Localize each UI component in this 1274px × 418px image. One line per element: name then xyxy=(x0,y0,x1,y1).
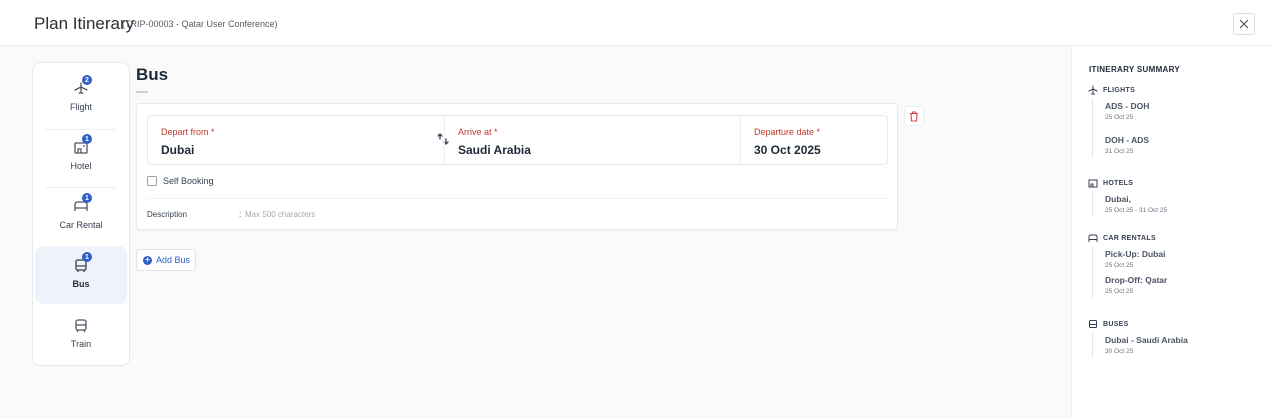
car-pickup-date: 25 Oct 25 xyxy=(1105,262,1134,269)
flight-entry: ADS - DOH 25 Oct 25 xyxy=(1105,98,1242,124)
train-icon xyxy=(71,315,91,335)
bus-entry: Dubai - Saudi Arabia 30 Oct 25 xyxy=(1105,332,1242,358)
hotel-dates: 25 Oct 25 - 31 Oct 25 xyxy=(1105,207,1168,214)
hotel-location: Dubai, xyxy=(1105,194,1131,204)
departure-date-field[interactable]: Departure date * 30 Oct 2025 xyxy=(741,116,887,164)
flight-icon xyxy=(1088,85,1098,95)
summary-buses: BUSES Dubai - Saudi Arabia 30 Oct 25 xyxy=(1088,318,1242,358)
summary-hotels: HOTELS Dubai, 25 Oct 25 - 31 Oct 25 xyxy=(1088,177,1242,217)
car-rental-entry: Drop-Off: Qatar 25 Oct 25 xyxy=(1105,272,1242,298)
card-divider xyxy=(147,198,888,199)
self-booking-label: Self Booking xyxy=(163,176,214,186)
trash-icon xyxy=(910,110,918,122)
close-icon xyxy=(1239,19,1249,29)
trip-subtitle: (TRIP-00003 - Qatar User Conference) xyxy=(122,19,278,29)
bus-icon: 1 xyxy=(71,252,92,275)
sidebar-item-label: Train xyxy=(70,339,92,349)
departure-date-label: Departure date * xyxy=(754,127,821,137)
self-booking-checkbox[interactable] xyxy=(147,176,157,186)
description-colon: : xyxy=(239,210,242,219)
bus-route: Dubai - Saudi Arabia xyxy=(1105,335,1188,345)
page-title: Plan Itinerary xyxy=(34,14,135,33)
modal-header: Plan Itinerary (TRIP-00003 - Qatar User … xyxy=(0,0,1274,46)
depart-from-field[interactable]: Depart from * Dubai xyxy=(148,116,444,164)
bus-icon xyxy=(1089,320,1097,328)
summary-flights: FLIGHTS ADS - DOH 25 Oct 25 DOH - ADS 31… xyxy=(1088,84,1242,158)
flight-count-badge: 2 xyxy=(82,75,92,85)
delete-bus-button[interactable] xyxy=(904,106,924,126)
description-input[interactable] xyxy=(245,208,545,220)
flights-heading: FLIGHTS xyxy=(1103,86,1136,94)
description-label: Description xyxy=(147,210,188,219)
hotel-icon xyxy=(1088,179,1098,188)
car-dropoff-date: 25 Oct 25 xyxy=(1105,288,1134,295)
main-content: 2 Flight 1 Hotel 1 Car Rental 1 Bus Trai… xyxy=(0,46,1071,418)
flight-entry: DOH - ADS 31 Oct 25 xyxy=(1105,132,1242,158)
car-rentals-heading: CAR RENTALS xyxy=(1103,234,1156,242)
add-bus-button[interactable]: + Add Bus xyxy=(136,249,196,271)
car-icon: 1 xyxy=(71,193,92,216)
route-fields: Depart from * Dubai Arrive at * Saudi Ar… xyxy=(147,115,888,165)
flight-date: 25 Oct 25 xyxy=(1105,114,1134,121)
sidebar-item-label: Bus xyxy=(72,279,90,289)
car-icon xyxy=(1088,234,1098,242)
bus-entry-card: Depart from * Dubai Arrive at * Saudi Ar… xyxy=(136,103,898,230)
hotels-heading: HOTELS xyxy=(1103,179,1134,187)
title-underline xyxy=(136,91,148,93)
plus-icon: + xyxy=(143,255,152,265)
flight-icon: 2 xyxy=(71,75,92,98)
arrive-at-value[interactable]: Saudi Arabia xyxy=(458,143,531,157)
depart-from-value[interactable]: Dubai xyxy=(161,143,194,157)
summary-car-rentals: CAR RENTALS Pick-Up: Dubai 25 Oct 25 Dro… xyxy=(1088,232,1242,298)
arrive-at-field[interactable]: Arrive at * Saudi Arabia xyxy=(445,116,740,164)
car-rental-entry: Pick-Up: Dubai 25 Oct 25 xyxy=(1105,246,1242,272)
departure-date-value[interactable]: 30 Oct 2025 xyxy=(754,143,821,157)
category-sidebar: 2 Flight 1 Hotel 1 Car Rental 1 Bus Trai… xyxy=(32,62,130,366)
sidebar-item-label: Hotel xyxy=(70,161,92,171)
sidebar-item-label: Flight xyxy=(69,102,92,112)
hotel-entry: Dubai, 25 Oct 25 - 31 Oct 25 xyxy=(1105,191,1242,217)
sidebar-item-car-rental[interactable]: 1 Car Rental xyxy=(35,187,127,245)
self-booking-row: Self Booking xyxy=(147,176,214,186)
sidebar-item-bus[interactable]: 1 Bus xyxy=(35,246,127,304)
depart-from-label: Depart from * xyxy=(161,127,215,137)
hotel-icon: 1 xyxy=(71,134,92,157)
buses-heading: BUSES xyxy=(1103,320,1129,328)
car-pickup: Pick-Up: Dubai xyxy=(1105,249,1166,259)
bus-date: 30 Oct 25 xyxy=(1105,348,1134,355)
hotel-count-badge: 1 xyxy=(82,134,92,144)
section-title: Bus xyxy=(136,65,169,84)
add-bus-label: Add Bus xyxy=(156,255,191,265)
sidebar-item-label: Car Rental xyxy=(59,220,103,230)
close-button[interactable] xyxy=(1233,13,1255,35)
sidebar-item-train[interactable]: Train xyxy=(35,306,127,364)
sidebar-item-hotel[interactable]: 1 Hotel xyxy=(35,128,127,186)
summary-title: ITINERARY SUMMARY xyxy=(1089,65,1181,74)
arrive-at-label: Arrive at * xyxy=(458,127,498,137)
flight-route: ADS - DOH xyxy=(1105,101,1150,111)
car-rental-count-badge: 1 xyxy=(82,193,92,203)
bus-count-badge: 1 xyxy=(82,252,92,262)
sidebar-item-flight[interactable]: 2 Flight xyxy=(35,69,127,127)
flight-date: 31 Oct 25 xyxy=(1105,148,1134,155)
flight-route: DOH - ADS xyxy=(1105,135,1150,145)
itinerary-summary-panel: ITINERARY SUMMARY FLIGHTS ADS - DOH 25 O… xyxy=(1071,46,1274,418)
car-dropoff: Drop-Off: Qatar xyxy=(1105,275,1168,285)
